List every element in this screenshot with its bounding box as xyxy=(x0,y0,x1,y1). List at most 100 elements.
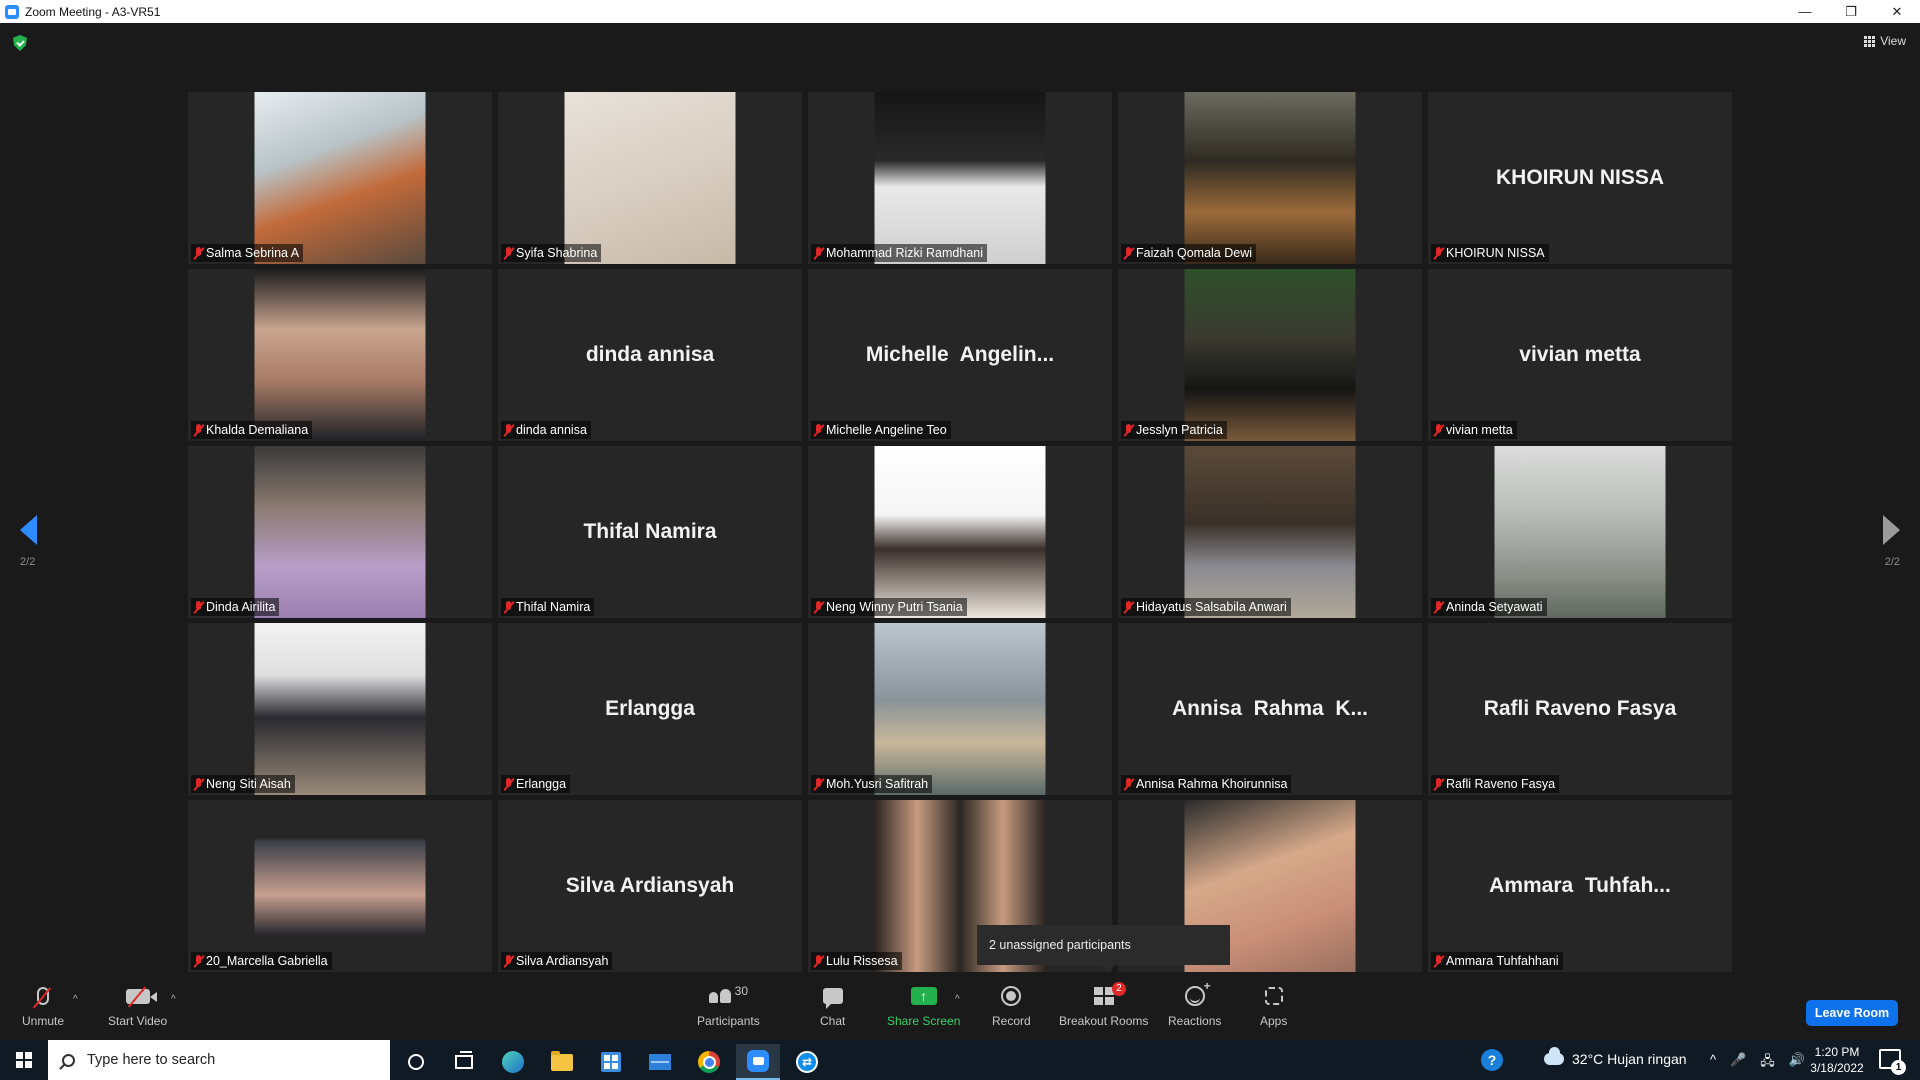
participant-tile[interactable]: Ammara Tuhfah... Ammara Tuhfahhani xyxy=(1428,800,1732,972)
edge-browser-icon xyxy=(502,1051,524,1073)
show-hidden-icons-chevron-icon[interactable]: ^ xyxy=(1710,1052,1716,1074)
muted-mic-icon xyxy=(1434,600,1443,614)
unassigned-participants-popup[interactable]: 2 unassigned participants xyxy=(977,925,1230,972)
participant-tile[interactable]: Mohammad Rizki Ramdhani xyxy=(808,92,1112,264)
store-app[interactable] xyxy=(589,1044,633,1080)
participant-tile[interactable]: Faizah Qomala Dewi xyxy=(1118,92,1422,264)
participant-video xyxy=(254,623,426,795)
muted-mic-icon xyxy=(194,246,203,260)
chat-label: Chat xyxy=(820,1014,846,1028)
participant-name: Aninda Setyawati xyxy=(1446,600,1543,614)
muted-mic-icon xyxy=(504,777,513,791)
system-tray: ^ 🎤 🖧 🔊 xyxy=(1710,1052,1805,1074)
task-view-button[interactable] xyxy=(442,1044,486,1080)
popup-text: 2 unassigned participants xyxy=(989,938,1131,952)
participant-name: Neng Winny Putri Tsania xyxy=(826,600,963,614)
close-button[interactable]: ✕ xyxy=(1874,0,1920,23)
share-screen-icon: ↑ xyxy=(910,987,937,1005)
participant-tile[interactable]: Syifa Shabrina xyxy=(498,92,802,264)
minimize-button[interactable]: — xyxy=(1782,0,1828,23)
notification-count-badge: 1 xyxy=(1891,1060,1906,1075)
record-button[interactable]: Record xyxy=(992,984,1031,1028)
edge-app[interactable] xyxy=(491,1044,535,1080)
participant-tile[interactable]: Khalda Demaliana xyxy=(188,269,492,441)
share-options-caret[interactable]: ^ xyxy=(955,994,960,1005)
muted-mic-icon xyxy=(1124,423,1133,437)
participant-tile[interactable]: vivian metta vivian metta xyxy=(1428,269,1732,441)
breakout-rooms-button[interactable]: 2 Breakout Rooms xyxy=(1059,982,1148,1028)
participant-name: Khalda Demaliana xyxy=(206,423,309,437)
file-explorer-app[interactable] xyxy=(540,1044,584,1080)
unmute-button[interactable]: Unmute xyxy=(22,984,64,1028)
share-screen-button[interactable]: ↑ Share Screen xyxy=(887,984,960,1028)
muted-mic-icon xyxy=(1124,600,1133,614)
participant-tile[interactable]: Erlangga Erlangga xyxy=(498,623,802,795)
participant-tile[interactable]: Hidayatus Salsabila Anwari xyxy=(1118,446,1422,618)
participant-tile[interactable]: Dinda Airilita xyxy=(188,446,492,618)
audio-options-caret[interactable]: ^ xyxy=(73,994,78,1005)
participant-tile[interactable]: Neng Winny Putri Tsania xyxy=(808,446,1112,618)
participant-name: Silva Ardiansyah xyxy=(516,954,609,968)
participant-name-label: Moh.Yusri Safitrah xyxy=(811,775,933,793)
participant-tile[interactable]: dinda annisa dinda annisa xyxy=(498,269,802,441)
participant-name-label: Faizah Qomala Dewi xyxy=(1121,244,1257,262)
participant-name: Salma Sebrina A xyxy=(206,246,300,260)
participant-tile[interactable]: Aninda Setyawati xyxy=(1428,446,1732,618)
participant-tile[interactable]: 20_Marcella Gabriella xyxy=(188,800,492,972)
next-page-arrow-icon[interactable] xyxy=(1883,515,1900,545)
participant-tile[interactable]: Salma Sebrina A xyxy=(188,92,492,264)
taskbar-clock[interactable]: 1:20 PM 3/18/2022 xyxy=(1802,1044,1872,1076)
muted-mic-icon xyxy=(814,777,823,791)
participants-icon xyxy=(708,989,731,1003)
weather-widget[interactable]: 32°C Hujan ringan xyxy=(1544,1047,1687,1067)
video-options-caret[interactable]: ^ xyxy=(171,994,176,1005)
chrome-icon xyxy=(698,1051,720,1073)
participant-video xyxy=(254,800,426,972)
participant-tile[interactable]: Michelle Angelin... Michelle Angeline Teo xyxy=(808,269,1112,441)
mail-app[interactable] xyxy=(638,1044,682,1080)
participant-tile[interactable]: Jesslyn Patricia xyxy=(1118,269,1422,441)
participant-tile[interactable]: Neng Siti Aisah xyxy=(188,623,492,795)
windows-start-icon[interactable] xyxy=(16,1052,32,1068)
muted-mic-icon xyxy=(814,423,823,437)
participant-tile[interactable]: KHOIRUN NISSA KHOIRUN NISSA xyxy=(1428,92,1732,264)
teamviewer-app[interactable]: ⇄ xyxy=(785,1044,829,1080)
rain-cloud-icon xyxy=(1544,1047,1564,1065)
participant-video xyxy=(1184,269,1356,441)
participant-name: dinda annisa xyxy=(516,423,587,437)
task-view-icon xyxy=(455,1051,473,1069)
view-button[interactable]: View xyxy=(1864,34,1906,48)
cortana-button[interactable] xyxy=(394,1044,438,1080)
chat-button[interactable]: Chat xyxy=(820,984,845,1028)
participant-display-name: Rafli Raveno Fasya xyxy=(1483,697,1677,720)
security-shield-icon[interactable] xyxy=(13,35,27,51)
participant-tile[interactable]: Annisa Rahma K... Annisa Rahma Khoirunnis… xyxy=(1118,623,1422,795)
zoom-app[interactable] xyxy=(736,1044,780,1080)
participant-tile[interactable]: Thifal Namira Thifal Namira xyxy=(498,446,802,618)
muted-mic-icon xyxy=(1434,954,1443,968)
participant-tile[interactable]: Silva Ardiansyah Silva Ardiansyah xyxy=(498,800,802,972)
taskbar-search-box[interactable]: Type here to search xyxy=(48,1040,390,1080)
breakout-rooms-badge: 2 xyxy=(1112,982,1126,996)
participant-tile[interactable]: Rafli Raveno Fasya Rafli Raveno Fasya xyxy=(1428,623,1732,795)
muted-mic-icon xyxy=(814,954,823,968)
participant-name-label: Thifal Namira xyxy=(501,598,595,616)
reactions-button[interactable]: Reactions xyxy=(1168,979,1221,1028)
restore-button[interactable]: ❐ xyxy=(1828,0,1874,23)
participant-name-label: Erlangga xyxy=(501,775,571,793)
apps-button[interactable]: Apps xyxy=(1260,984,1287,1028)
muted-mic-icon xyxy=(194,600,203,614)
participant-name-label: Michelle Angeline Teo xyxy=(811,421,951,439)
microphone-tray-icon[interactable]: 🎤 xyxy=(1730,1052,1746,1074)
start-video-button[interactable]: Start Video xyxy=(108,984,167,1028)
chrome-app[interactable] xyxy=(687,1044,731,1080)
network-icon[interactable]: 🖧 xyxy=(1760,1052,1775,1074)
help-icon[interactable]: ? xyxy=(1481,1049,1503,1071)
previous-page-arrow-icon[interactable] xyxy=(20,515,37,545)
participants-button[interactable]: 30 Participants xyxy=(697,984,760,1028)
leave-room-button[interactable]: Leave Room xyxy=(1806,1000,1898,1026)
participant-tile[interactable]: Moh.Yusri Safitrah xyxy=(808,623,1112,795)
participant-display-name: dinda annisa xyxy=(585,343,715,366)
participant-video xyxy=(1184,446,1356,618)
participant-name-label: Jesslyn Patricia xyxy=(1121,421,1227,439)
